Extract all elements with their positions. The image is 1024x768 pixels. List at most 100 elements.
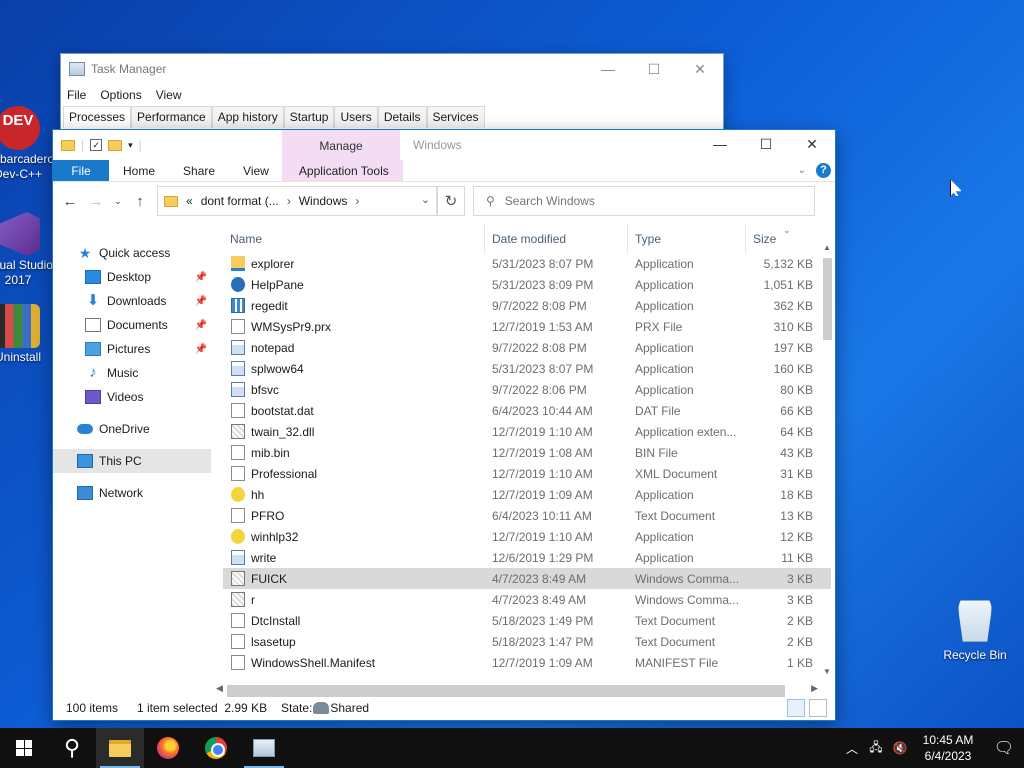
nav-this-pc[interactable]: This PC <box>53 449 211 473</box>
scroll-up-button[interactable]: ▲ <box>819 240 835 256</box>
desktop-icon-devcpp[interactable]: DEV Embarcadero Dev-C++ <box>0 106 58 182</box>
tab-processes[interactable]: Processes <box>63 106 132 128</box>
column-header-name[interactable]: Name <box>223 225 485 253</box>
tab-services[interactable]: Services <box>426 106 485 128</box>
properties-icon[interactable]: ✓ <box>90 139 103 151</box>
nav-pictures[interactable]: Pictures 📌 <box>53 337 211 361</box>
file-explorer-window[interactable]: | ✓ ▾ | Manage Windows — ☐ ✕ File Home S… <box>52 129 836 721</box>
maximize-button[interactable]: ☐ <box>631 54 677 84</box>
maximize-button[interactable]: ☐ <box>743 130 789 158</box>
address-bar[interactable]: « dont format (... › Windows › ⌄ <box>157 186 437 216</box>
search-button[interactable]: ⚲ <box>48 728 96 768</box>
search-box[interactable]: ⚲ <box>473 186 815 216</box>
tab-app-history[interactable]: App history <box>211 106 284 128</box>
file-row[interactable]: r 4/7/2023 8:49 AM Windows Comma... 3 KB <box>223 589 831 610</box>
file-row[interactable]: twain_32.dll 12/7/2019 1:10 AM Application… <box>223 421 831 442</box>
chevron-right-icon[interactable]: › <box>287 194 291 208</box>
minimize-button[interactable]: — <box>585 54 631 84</box>
clock[interactable]: 10:45 AM 6/4/2023 <box>912 732 984 764</box>
nav-onedrive[interactable]: OneDrive <box>53 417 211 441</box>
chevron-right-icon[interactable]: › <box>355 194 359 208</box>
desktop-icon-uninstall[interactable]: Uninstall <box>0 304 58 365</box>
close-button[interactable]: ✕ <box>789 130 835 158</box>
nav-desktop[interactable]: Desktop 📌 <box>53 265 211 289</box>
ribbon-tab-application-tools[interactable]: Application Tools <box>284 160 403 181</box>
file-row[interactable]: explorer 5/31/2023 8:07 PM Application 5,13… <box>223 253 831 274</box>
menu-options[interactable]: Options <box>100 88 141 102</box>
file-row[interactable]: write 12/6/2019 1:29 PM Application 11 KB <box>223 547 831 568</box>
recent-locations-button[interactable]: ⌄ <box>113 196 123 207</box>
start-button[interactable] <box>0 728 48 768</box>
network-icon[interactable]: 🖧 <box>864 738 888 759</box>
back-button[interactable]: ← <box>61 193 79 210</box>
file-row[interactable]: mib.bin 12/7/2019 1:08 AM BIN File 43 KB <box>223 442 831 463</box>
details-view-button[interactable] <box>787 699 805 717</box>
address-dropdown-icon[interactable]: ⌄ <box>421 193 430 206</box>
file-row[interactable]: HelpPane 5/31/2023 8:09 PM Application 1,05… <box>223 274 831 295</box>
nav-videos[interactable]: Videos <box>53 385 211 409</box>
ribbon-tab-view[interactable]: View <box>229 160 285 181</box>
help-icon[interactable]: ? <box>816 163 831 178</box>
volume-muted-icon[interactable]: 🔇 <box>888 741 912 755</box>
taskbar-file-explorer[interactable] <box>96 728 144 768</box>
ribbon-tab-share[interactable]: Share <box>169 160 229 181</box>
file-row[interactable]: winhlp32 12/7/2019 1:10 AM Application 12 K… <box>223 526 831 547</box>
scroll-down-button[interactable]: ▼ <box>819 664 835 680</box>
notification-icon[interactable]: 🗨 <box>984 738 1024 758</box>
tab-users[interactable]: Users <box>334 106 378 128</box>
forward-button[interactable]: → <box>87 193 105 210</box>
chevron-up-icon[interactable]: ︿ <box>840 740 864 757</box>
tab-startup[interactable]: Startup <box>283 106 335 128</box>
tab-performance[interactable]: Performance <box>131 106 212 128</box>
vertical-scrollbar[interactable]: ▲ ▼ <box>819 240 835 680</box>
manage-tab[interactable]: Manage <box>282 139 400 153</box>
refresh-button[interactable]: ↻ <box>437 186 465 216</box>
file-row[interactable]: PFRO 6/4/2023 10:11 AM Text Document 13 KB <box>223 505 831 526</box>
desktop-icon-recycle-bin[interactable]: Recycle Bin <box>940 600 1010 662</box>
file-row[interactable]: splwow64 5/31/2023 8:07 PM Application 160 … <box>223 358 831 379</box>
breadcrumb-overflow[interactable]: « <box>186 194 193 208</box>
file-row[interactable]: FUICK 4/7/2023 8:49 AM Windows Comma... 3 K… <box>223 568 831 589</box>
close-button[interactable]: ✕ <box>677 54 723 84</box>
nav-quick-access[interactable]: ★ Quick access <box>53 241 211 265</box>
expand-ribbon-icon[interactable]: ⌄ <box>798 165 806 176</box>
menu-file[interactable]: File <box>67 88 86 102</box>
file-row[interactable]: regedit 9/7/2022 8:08 PM Application 362 KB <box>223 295 831 316</box>
ribbon-tab-home[interactable]: Home <box>109 160 169 181</box>
tab-details[interactable]: Details <box>377 106 427 128</box>
customize-toolbar-icon[interactable]: ▾ <box>128 140 133 151</box>
file-row[interactable]: DtcInstall 5/18/2023 1:49 PM Text Document… <box>223 610 831 631</box>
vertical-scroll-thumb[interactable] <box>823 258 832 340</box>
file-row[interactable]: bfsvc 9/7/2022 8:06 PM Application 80 KB <box>223 379 831 400</box>
breadcrumb-drive[interactable]: dont format (... <box>201 194 279 208</box>
horizontal-scrollbar[interactable]: ◀ ▶ <box>213 681 821 697</box>
column-header-date-modified[interactable]: Date modified <box>485 225 628 253</box>
menu-view[interactable]: View <box>156 88 182 102</box>
minimize-button[interactable]: — <box>697 130 743 158</box>
task-manager-window[interactable]: Task Manager — ☐ ✕ File Options View Pro… <box>60 53 724 133</box>
nav-network[interactable]: Network <box>53 481 211 505</box>
nav-downloads[interactable]: ⬇ Downloads 📌 <box>53 289 211 313</box>
ribbon-tab-file[interactable]: File <box>53 160 109 181</box>
scroll-right-button[interactable]: ▶ <box>811 683 818 694</box>
file-row[interactable]: Professional 12/7/2019 1:10 AM XML Documen… <box>223 463 831 484</box>
up-button[interactable]: ↑ <box>131 193 149 210</box>
taskbar-chrome[interactable] <box>192 728 240 768</box>
nav-music[interactable]: ♪ Music <box>53 361 211 385</box>
new-folder-icon[interactable] <box>108 139 123 151</box>
file-row[interactable]: lsasetup 5/18/2023 1:47 PM Text Document 2 … <box>223 631 831 652</box>
large-icons-view-button[interactable] <box>809 699 827 717</box>
taskbar-firefox[interactable] <box>144 728 192 768</box>
breadcrumb-windows[interactable]: Windows <box>299 194 348 208</box>
file-row[interactable]: notepad 9/7/2022 8:08 PM Application 197 KB <box>223 337 831 358</box>
taskbar-task-manager[interactable] <box>240 728 288 768</box>
column-header-type[interactable]: Type <box>628 225 746 253</box>
nav-documents[interactable]: Documents 📌 <box>53 313 211 337</box>
file-row[interactable]: hh 12/7/2019 1:09 AM Application 18 KB <box>223 484 831 505</box>
file-row[interactable]: bootstat.dat 6/4/2023 10:44 AM DAT File 66 … <box>223 400 831 421</box>
search-input[interactable] <box>504 194 785 208</box>
file-row[interactable]: WMSysPr9.prx 12/7/2019 1:53 AM PRX File 310… <box>223 316 831 337</box>
desktop-icon-visual-studio[interactable]: Visual Studio 2017 <box>0 212 58 288</box>
file-row[interactable]: WindowsShell.Manifest 12/7/2019 1:09 AM MA… <box>223 652 831 673</box>
scroll-left-button[interactable]: ◀ <box>216 683 223 694</box>
